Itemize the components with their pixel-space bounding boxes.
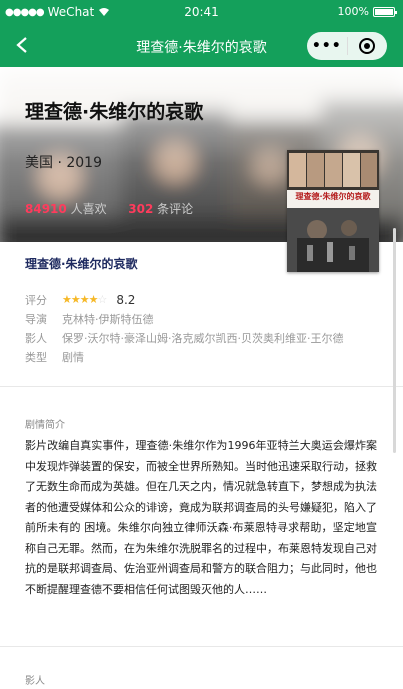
movie-poster[interactable]: 理查德·朱维尔的哀歌 <box>287 150 379 272</box>
info-row-rating: 评分 ★★★★☆ 8.2 <box>25 290 343 309</box>
status-bar: ●●●●● WeChat 20:41 100% <box>0 0 403 25</box>
cast-section-label: 影人 <box>25 676 45 687</box>
battery-label: 100% <box>337 5 369 18</box>
status-right: 100% <box>337 5 397 18</box>
close-icon <box>359 38 376 54</box>
info-row-genre: 类型 剧情 <box>25 347 343 366</box>
synopsis-label: 剧情简介 <box>25 420 65 431</box>
director-value: 克林特·伊斯特伍德 <box>62 312 154 326</box>
svg-text:理查德·朱维尔的哀歌: 理查德·朱维尔的哀歌 <box>295 191 371 201</box>
info-key: 评分 <box>25 293 47 307</box>
cast-value: 保罗·沃尔特·豪泽山姆·洛克威尔凯西·贝茨奥利维亚·王尔德 <box>62 331 344 345</box>
movie-stats: 84910 人喜欢 302 条评论 <box>25 200 193 217</box>
rating-score: 8.2 <box>116 292 136 307</box>
likes-label: 人喜欢 <box>70 202 107 216</box>
synopsis-text: 影片改编自真实事件，理查德·朱维尔作为1996年亚特兰大奥运会爆炸案中发现炸弹装… <box>25 439 377 596</box>
info-key: 影人 <box>25 331 47 345</box>
genre-value: 剧情 <box>62 350 84 364</box>
country-year: 美国 · 2019 <box>25 155 102 171</box>
comments-count: 302 <box>128 202 154 216</box>
info-title: 理查德·朱维尔的哀歌 <box>25 257 138 271</box>
info-key: 类型 <box>25 350 47 364</box>
nav-bar: 理查德·朱维尔的哀歌 ••• <box>0 25 403 67</box>
section-divider <box>0 386 403 387</box>
close-button[interactable] <box>347 38 387 54</box>
scrollbar[interactable] <box>393 228 396 453</box>
movie-title: 理查德·朱维尔的哀歌 <box>25 101 204 123</box>
rating-stars: ★★★★☆ <box>62 293 107 306</box>
info-row-director: 导演 克林特·伊斯特伍德 <box>25 309 343 328</box>
poster-image: 理查德·朱维尔的哀歌 <box>287 150 379 272</box>
info-list: 评分 ★★★★☆ 8.2 导演 克林特·伊斯特伍德 影人 保罗·沃尔特·豪泽山姆… <box>25 290 343 366</box>
more-button[interactable]: ••• <box>307 38 347 54</box>
miniprogram-capsule: ••• <box>307 32 387 60</box>
comments-label: 条评论 <box>157 202 194 216</box>
battery-icon <box>373 6 397 17</box>
section-divider <box>0 646 403 647</box>
info-row-cast: 影人 保罗·沃尔特·豪泽山姆·洛克威尔凯西·贝茨奥利维亚·王尔德 <box>25 328 343 347</box>
likes-count: 84910 <box>25 202 67 216</box>
info-key: 导演 <box>25 312 47 326</box>
